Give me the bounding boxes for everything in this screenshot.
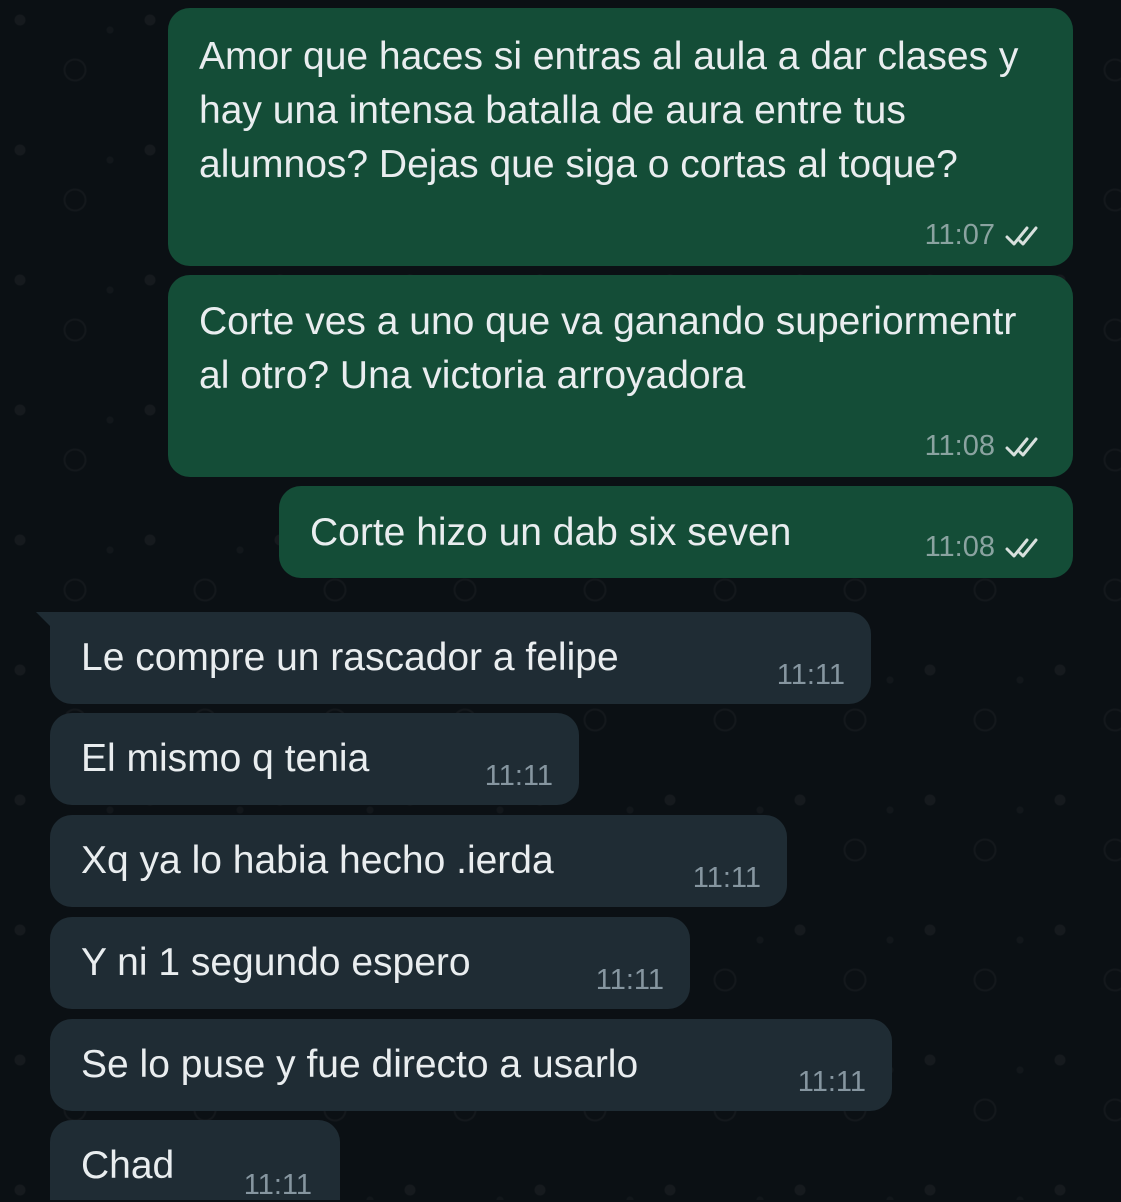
message-timestamp: 11:08: [925, 530, 1047, 564]
message-timestamp: 11:11: [797, 1066, 866, 1098]
outgoing-message[interactable]: Amor que haces si entras al aula a dar c…: [168, 8, 1073, 266]
double-check-icon: [1005, 538, 1038, 558]
double-check-icon: [1005, 437, 1038, 457]
message-time: 11:08: [924, 430, 995, 462]
message-text: Corte ves a uno que va ganando superiorm…: [199, 300, 1017, 397]
double-check-icon: [1005, 226, 1038, 246]
outgoing-message[interactable]: Corte ves a uno que va ganando superiorm…: [168, 275, 1073, 477]
message-text: Amor que haces si entras al aula a dar c…: [199, 35, 1019, 186]
incoming-message[interactable]: Y ni 1 segundo espero 11:11: [50, 917, 690, 1009]
message-timestamp: 11:11: [776, 659, 845, 691]
message-text: Xq ya lo habia hecho .ierda: [81, 839, 554, 882]
message-time: 11:07: [924, 219, 995, 251]
message-time: 11:08: [924, 531, 995, 563]
incoming-message[interactable]: El mismo q tenia 11:11: [50, 713, 579, 805]
outgoing-message[interactable]: Corte hizo un dab six seven 11:08: [279, 486, 1073, 578]
incoming-message[interactable]: Xq ya lo habia hecho .ierda 11:11: [50, 815, 787, 907]
message-timestamp: 11:07: [925, 218, 1047, 252]
incoming-message[interactable]: Chad 11:11: [50, 1120, 340, 1201]
message-timestamp: 11:11: [484, 760, 553, 792]
incoming-message[interactable]: Le compre un rascador a felipe 11:11: [50, 612, 871, 704]
incoming-message[interactable]: Se lo puse y fue directo a usarlo 11:11: [50, 1019, 892, 1111]
message-timestamp: 11:11: [595, 964, 664, 996]
message-timestamp: 11:08: [925, 429, 1047, 463]
message-text: Se lo puse y fue directo a usarlo: [81, 1043, 639, 1086]
message-text: Le compre un rascador a felipe: [81, 636, 619, 679]
message-timestamp: 11:11: [692, 862, 761, 894]
message-timestamp: 11:11: [243, 1169, 312, 1201]
